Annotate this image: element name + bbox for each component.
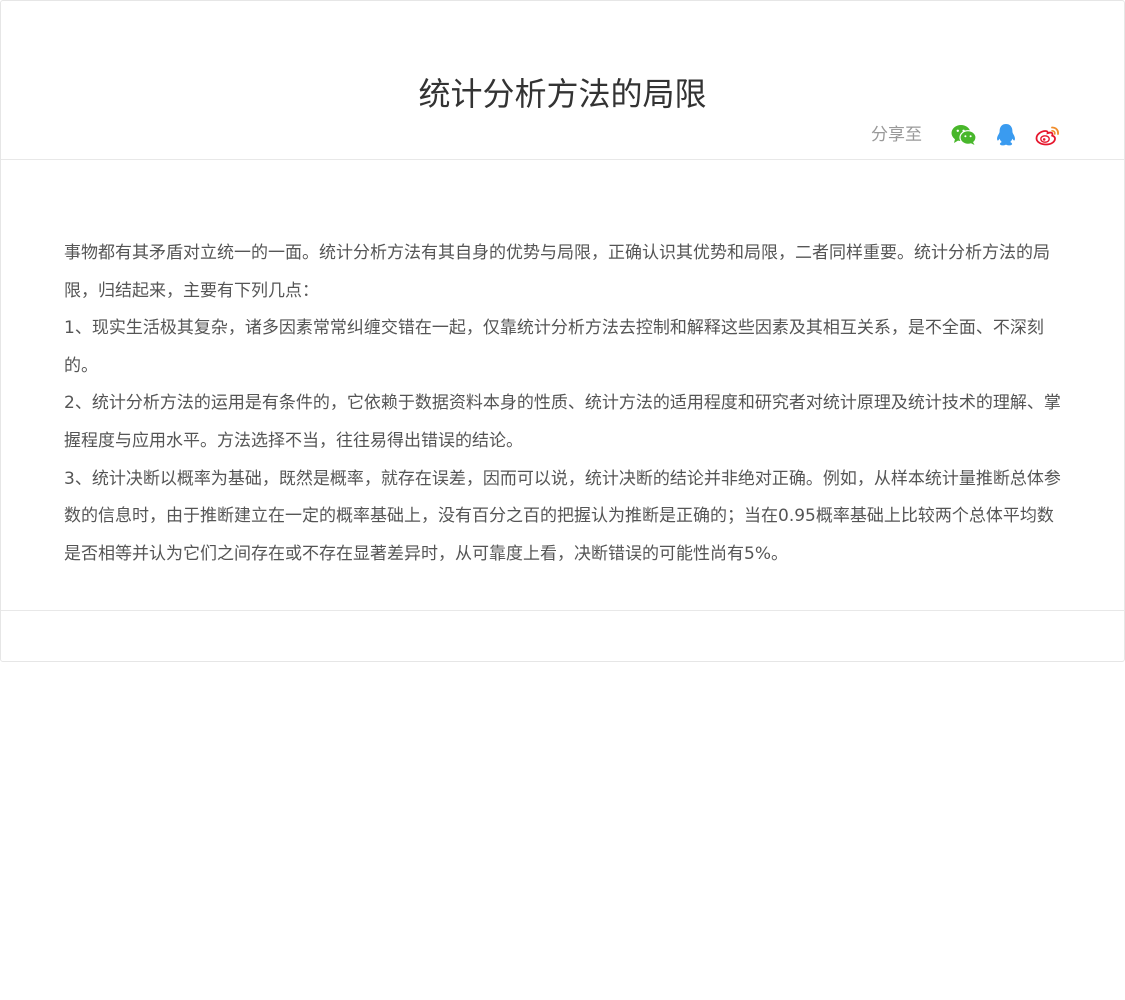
paragraph-point-1: 1、现实生活极其复杂，诸多因素常常纠缠交错在一起，仅靠统计分析方法去控制和解释这… [64,318,1044,376]
share-label: 分享至 [871,125,922,145]
share-bar: 分享至 [871,121,1062,149]
weibo-icon[interactable] [1034,121,1062,149]
qq-icon[interactable] [992,121,1020,149]
paragraph-point-2: 2、统计分析方法的运用是有条件的，它依赖于数据资料本身的性质、统计方法的适用程度… [64,393,1061,451]
footer-divider [1,610,1124,611]
wechat-icon[interactable] [950,121,978,149]
article-body: 事物都有其矛盾对立统一的一面。统计分析方法有其自身的优势与局限，正确认识其优势和… [64,235,1064,573]
article-card: 统计分析方法的局限 分享至 事物都有其矛盾对立统一的一面。统计分析方法有其自身的… [0,0,1125,662]
paragraph-intro: 事物都有其矛盾对立统一的一面。统计分析方法有其自身的优势与局限，正确认识其优势和… [64,243,1050,301]
paragraph-point-3: 3、统计决断以概率为基础，既然是概率，就存在误差，因而可以说，统计决断的结论并非… [64,468,1061,564]
article-header: 统计分析方法的局限 分享至 [1,1,1124,160]
page-title: 统计分析方法的局限 [418,75,707,114]
